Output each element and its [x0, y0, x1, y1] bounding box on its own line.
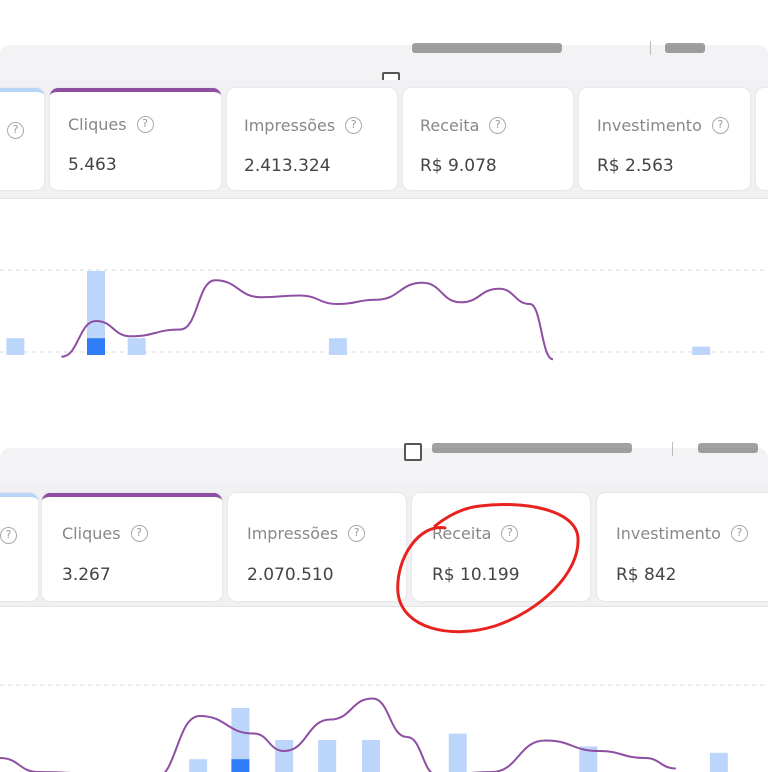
- metrics-card-row: ? Cliques ? 3.267 Impressões ? 2.070.510…: [0, 484, 768, 607]
- metric-label: Impressões: [244, 116, 336, 135]
- metric-label: Impressões: [247, 524, 339, 543]
- metric-value: 5.463: [68, 155, 117, 175]
- strip-text-clipped: [665, 43, 705, 53]
- metrics-card-row: ? Cliques ? 5.463 Impressões ? 2.413.324…: [0, 80, 768, 199]
- strip-text-clipped: [698, 443, 758, 453]
- metric-label: Investimento: [597, 116, 702, 135]
- metric-card-receita[interactable]: Receita ? R$ 9.078: [403, 88, 573, 190]
- help-icon[interactable]: ?: [348, 525, 366, 542]
- metric-label: Cliques: [68, 115, 127, 134]
- metric-card-cliques[interactable]: Cliques ? 3.267: [42, 493, 222, 601]
- help-icon[interactable]: ?: [489, 117, 507, 134]
- metric-label: Receita: [420, 116, 480, 135]
- compare-checkbox[interactable]: [404, 443, 422, 461]
- metric-card-partial[interactable]: ?: [0, 493, 38, 601]
- date-range-text-clipped: [432, 443, 632, 453]
- metric-card-impressoes[interactable]: Impressões ? 2.070.510: [228, 493, 406, 601]
- help-icon[interactable]: ?: [136, 116, 154, 133]
- metric-card-partial[interactable]: ?: [0, 88, 44, 190]
- strip-divider: [672, 442, 673, 456]
- bar-highlight: [87, 338, 105, 355]
- metric-value: 3.267: [62, 565, 111, 585]
- metric-value: R$ 9.078: [420, 156, 497, 176]
- help-icon[interactable]: ?: [130, 525, 148, 542]
- bar: [692, 346, 711, 355]
- chart-svg: [0, 269, 768, 361]
- bar: [318, 740, 337, 772]
- bar: [189, 759, 208, 772]
- bar: [6, 338, 25, 355]
- series-line: [0, 697, 676, 772]
- metric-chart-bottom: [0, 605, 768, 772]
- metrics-panel-bottom: ? Cliques ? 3.267 Impressões ? 2.070.510…: [0, 435, 768, 772]
- metric-value: R$ 2.563: [597, 156, 674, 176]
- help-icon[interactable]: ?: [7, 122, 24, 139]
- help-icon[interactable]: ?: [345, 117, 363, 134]
- metric-card-partial-right[interactable]: [756, 88, 768, 190]
- bar: [448, 733, 467, 772]
- date-range-text-clipped: [412, 43, 562, 53]
- bar: [328, 338, 347, 355]
- metric-card-investimento[interactable]: Investimento ? R$ 842: [597, 493, 768, 601]
- bar: [275, 740, 294, 772]
- metric-chart-top: [0, 200, 768, 390]
- metric-value: 2.070.510: [247, 565, 334, 585]
- metric-card-impressoes[interactable]: Impressões ? 2.413.324: [227, 88, 397, 190]
- bar-highlight: [231, 759, 250, 772]
- bar: [361, 740, 380, 772]
- metric-label: Investimento: [616, 524, 721, 543]
- strip-divider: [650, 41, 651, 55]
- metric-label: Cliques: [62, 524, 121, 543]
- metric-value: 2.413.324: [244, 156, 331, 176]
- metric-value: R$ 842: [616, 565, 677, 585]
- metric-card-cliques[interactable]: Cliques ? 5.463: [50, 88, 221, 190]
- chart-svg: [0, 684, 768, 772]
- metrics-panel-top: ? Cliques ? 5.463 Impressões ? 2.413.324…: [0, 0, 768, 390]
- metric-card-investimento[interactable]: Investimento ? R$ 2.563: [579, 88, 750, 190]
- bar: [127, 338, 146, 355]
- help-icon[interactable]: ?: [0, 527, 17, 544]
- help-icon[interactable]: ?: [730, 525, 748, 542]
- help-icon[interactable]: ?: [711, 117, 729, 134]
- bar: [709, 752, 728, 772]
